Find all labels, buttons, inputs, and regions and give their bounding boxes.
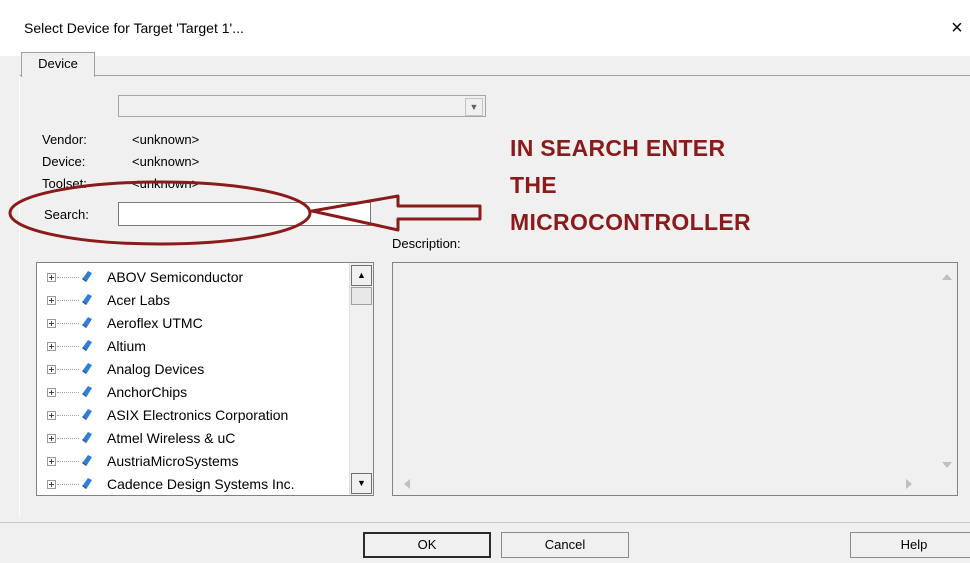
scroll-down-arrow-icon xyxy=(942,462,952,468)
tree-vertical-scrollbar[interactable]: ▲ ▼ xyxy=(349,263,373,495)
scroll-thumb[interactable] xyxy=(351,287,372,305)
tree-item-label: AustriaMicroSystems xyxy=(107,453,239,469)
tree-item-label: Cadence Design Systems Inc. xyxy=(107,476,295,492)
scroll-up-button[interactable]: ▲ xyxy=(351,265,372,286)
tree-item[interactable]: Cadence Design Systems Inc. xyxy=(37,472,349,495)
tree-item[interactable]: Acer Labs xyxy=(37,288,349,312)
annotation-line: MICROCONTROLLER xyxy=(510,209,751,235)
tree-item[interactable]: Atmel Wireless & uC xyxy=(37,426,349,450)
cancel-button[interactable]: Cancel xyxy=(501,532,629,558)
device-chip-icon xyxy=(82,386,92,397)
device-chip-icon xyxy=(82,432,92,443)
device-chip-icon xyxy=(82,271,92,282)
description-box xyxy=(392,262,958,496)
description-horizontal-scrollbar[interactable] xyxy=(393,473,957,495)
tree-item-label: Atmel Wireless & uC xyxy=(107,430,236,446)
scroll-down-button[interactable]: ▼ xyxy=(351,473,372,494)
tree-item[interactable]: ASIX Electronics Corporation xyxy=(37,403,349,427)
expand-icon[interactable] xyxy=(47,273,56,282)
tree-item[interactable]: AustriaMicroSystems xyxy=(37,449,349,473)
tree-item-label: Aeroflex UTMC xyxy=(107,315,203,331)
expand-icon[interactable] xyxy=(47,388,56,397)
tab-device-label: Device xyxy=(38,56,78,71)
scroll-left-arrow-icon xyxy=(404,479,410,489)
annotation-line: THE xyxy=(510,172,557,198)
scroll-right-arrow-icon xyxy=(906,479,912,489)
tab-device[interactable]: Device xyxy=(21,52,95,77)
ok-button[interactable]: OK xyxy=(363,532,491,558)
annotation-line: IN SEARCH ENTER xyxy=(510,135,726,161)
expand-icon[interactable] xyxy=(47,342,56,351)
device-chip-icon xyxy=(82,294,92,305)
annotation-arrow xyxy=(310,194,482,232)
device-tree[interactable]: ABOV Semiconductor Acer Labs Aeroflex UT… xyxy=(36,262,374,496)
expand-icon[interactable] xyxy=(47,365,56,374)
button-separator xyxy=(0,522,970,523)
expand-icon[interactable] xyxy=(47,434,56,443)
expand-icon[interactable] xyxy=(47,319,56,328)
tree-item-label: Altium xyxy=(107,338,146,354)
tree-item-label: AnchorChips xyxy=(107,384,188,400)
tree-item[interactable]: ABOV Semiconductor xyxy=(37,265,349,289)
help-button[interactable]: Help xyxy=(850,532,970,558)
expand-icon[interactable] xyxy=(47,296,56,305)
tree-item[interactable]: Altium xyxy=(37,334,349,358)
device-chip-icon xyxy=(82,455,92,466)
description-label: Description: xyxy=(392,236,461,251)
device-chip-icon xyxy=(82,340,92,351)
device-chip-icon xyxy=(82,478,92,489)
tree-item[interactable]: AnchorChips xyxy=(37,380,349,404)
tree-item-label: Acer Labs xyxy=(107,292,171,308)
device-chip-icon xyxy=(82,317,92,328)
device-chip-icon xyxy=(82,363,92,374)
tree-item-label: ABOV Semiconductor xyxy=(107,269,244,285)
tree-item-label: Analog Devices xyxy=(107,361,205,377)
tree-item[interactable]: Analog Devices xyxy=(37,357,349,381)
scroll-up-arrow-icon xyxy=(942,274,952,280)
expand-icon[interactable] xyxy=(47,480,56,489)
device-chip-icon xyxy=(82,409,92,420)
highlight-ellipse xyxy=(8,180,312,246)
expand-icon[interactable] xyxy=(47,411,56,420)
expand-icon[interactable] xyxy=(47,457,56,466)
annotation-text: IN SEARCH ENTER THE MICROCONTROLLER xyxy=(510,130,751,241)
tree-item[interactable]: Aeroflex UTMC xyxy=(37,311,349,335)
description-vertical-scrollbar[interactable] xyxy=(937,263,957,473)
tree-item-label: ASIX Electronics Corporation xyxy=(107,407,289,423)
